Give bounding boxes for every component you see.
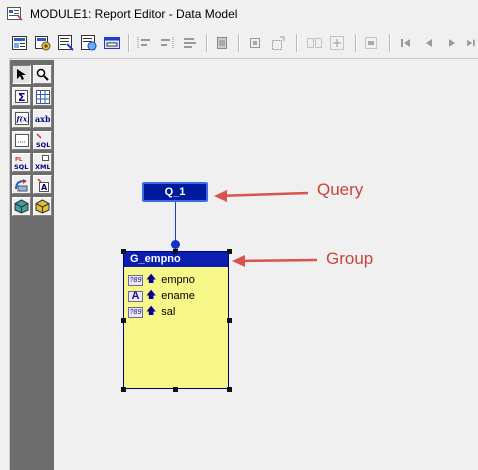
send-back-icon[interactable]: [268, 33, 288, 53]
window-title: MODULE1: Report Editor - Data Model: [30, 7, 238, 21]
repeat-icon[interactable]: [361, 33, 381, 53]
xml-query-icon[interactable]: XML: [33, 153, 52, 172]
move-forward-icon[interactable]: [134, 33, 154, 53]
placeholder-column-icon[interactable]: axb: [33, 109, 52, 128]
svg-text:f(x): f(x): [15, 115, 29, 124]
report-builder-icon: [7, 7, 23, 21]
data-model-canvas[interactable]: Q_1 G_empno ?89 🡅 empno A 🡅 ename ?89 🡅 …: [55, 60, 478, 470]
left-frame: [0, 58, 10, 470]
select-tool-icon[interactable]: [12, 65, 31, 84]
annotation-arrows: [214, 190, 318, 267]
last-icon[interactable]: [463, 33, 478, 53]
object-properties-icon[interactable]: [212, 33, 232, 53]
svg-text:Σ: Σ: [18, 91, 26, 103]
next-icon[interactable]: [442, 33, 462, 53]
run-web-layout-icon[interactable]: [79, 33, 99, 53]
formula-column-icon[interactable]: f(x): [12, 109, 31, 128]
ref-cursor-icon[interactable]: [12, 175, 31, 194]
data-wizard-icon[interactable]: [33, 33, 53, 53]
first-icon[interactable]: [396, 33, 416, 53]
move-backward-icon[interactable]: [157, 33, 177, 53]
main-toolbar: [0, 28, 478, 59]
svg-text:A: A: [41, 183, 48, 192]
group-annotation: Group: [326, 249, 374, 268]
query-annotation: Query: [317, 180, 364, 199]
text-query-icon[interactable]: A: [33, 175, 52, 194]
report-editor-window: MODULE1: Report Editor - Data Model Σ f(…: [0, 0, 478, 470]
sql-query-icon[interactable]: SQL: [33, 131, 52, 150]
svg-text:SQL: SQL: [14, 163, 28, 170]
data-link-icon[interactable]: [12, 131, 31, 150]
plsql-query-icon[interactable]: PL SQL: [12, 153, 31, 172]
cross-product-icon[interactable]: [33, 87, 52, 106]
ungroup-icon[interactable]: [327, 33, 347, 53]
tool-palette: Σ f(x) axb SQL PL SQL XML A: [10, 60, 54, 470]
align-icon[interactable]: [180, 33, 200, 53]
svg-text:SQL: SQL: [36, 141, 50, 148]
bring-front-icon[interactable]: [245, 33, 265, 53]
svg-text:XML: XML: [35, 163, 50, 170]
previous-icon[interactable]: [419, 33, 439, 53]
magnify-tool-icon[interactable]: [33, 65, 52, 84]
summary-column-icon[interactable]: Σ: [12, 87, 31, 106]
report-wizard-icon[interactable]: [10, 33, 30, 53]
run-paper-layout-icon[interactable]: [56, 33, 76, 53]
title-bar: MODULE1: Report Editor - Data Model: [0, 0, 478, 29]
express-query-icon[interactable]: [33, 197, 52, 216]
group-icon[interactable]: [304, 33, 324, 53]
preview-icon[interactable]: [102, 33, 122, 53]
svg-text:axb: axb: [35, 114, 50, 124]
jdbc-query-icon[interactable]: [12, 197, 31, 216]
